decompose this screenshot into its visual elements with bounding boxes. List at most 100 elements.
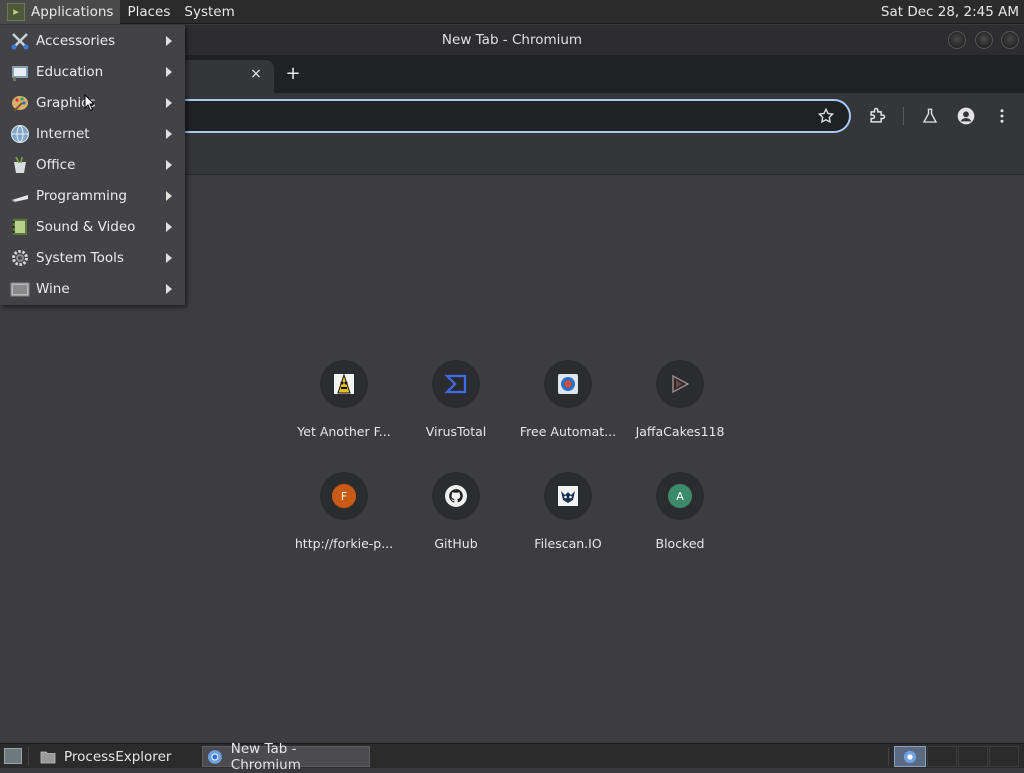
- shortcut-title: Blocked: [655, 536, 705, 551]
- panel-separator: [888, 747, 889, 766]
- shortcut-icon-circle: [544, 472, 592, 520]
- kebab-menu-icon[interactable]: [991, 105, 1013, 127]
- submenu-arrow-icon: [166, 97, 172, 108]
- shortcut-tile[interactable]: Filescan.IO: [512, 472, 624, 572]
- taskbar-item-processexplorer[interactable]: ProcessExplorer: [34, 746, 196, 767]
- menu-item-label: Education: [36, 63, 104, 80]
- submenu-arrow-icon: [166, 35, 172, 46]
- sound-video-icon: [9, 216, 31, 238]
- submenu-arrow-icon: [166, 159, 172, 170]
- menu-item-label: Wine: [36, 280, 70, 297]
- menu-item-label: Internet: [36, 125, 90, 142]
- top-panel: ▸ Applications Places System Sat Dec 28,…: [0, 0, 1024, 24]
- places-menu-button[interactable]: Places: [120, 0, 177, 24]
- panel-separator: [28, 747, 29, 766]
- shortcut-title: Free Automat...: [519, 424, 617, 439]
- tab-close-icon[interactable]: ×: [247, 65, 265, 83]
- shortcut-title: http://forkie-p...: [294, 536, 394, 551]
- programming-icon: [9, 185, 31, 207]
- menu-item-label: Office: [36, 156, 76, 173]
- new-tab-button[interactable]: +: [282, 63, 304, 85]
- menu-item-label: Programming: [36, 187, 127, 204]
- menu-item-label: Sound & Video: [36, 218, 136, 235]
- address-bar[interactable]: [120, 99, 851, 133]
- workspace-switcher-active[interactable]: [894, 746, 926, 767]
- show-desktop-icon[interactable]: [4, 748, 22, 764]
- menu-item-sound-video[interactable]: Sound & Video: [0, 211, 185, 242]
- accessories-icon: [9, 30, 31, 52]
- close-window-button[interactable]: [1001, 31, 1019, 49]
- virustotal-favicon: [444, 374, 467, 394]
- maximize-window-button[interactable]: [975, 31, 993, 49]
- github-favicon: [445, 485, 467, 507]
- shortcut-title: GitHub: [434, 536, 478, 551]
- shortcut-icon-circle: [432, 360, 480, 408]
- internet-globe-icon: [9, 123, 31, 145]
- shortcut-tile[interactable]: GitHub: [400, 472, 512, 572]
- shortcut-icon-circle: [432, 472, 480, 520]
- menu-item-accessories[interactable]: Accessories: [0, 25, 185, 56]
- taskbar-item-chromium[interactable]: New Tab - Chromium: [202, 741, 370, 773]
- shortcut-icon-circle: A: [656, 472, 704, 520]
- labs-flask-icon[interactable]: [919, 105, 941, 127]
- extensions-puzzle-icon[interactable]: [866, 105, 888, 127]
- shortcut-tile[interactable]: A Blocked: [624, 472, 736, 572]
- graphics-icon: [9, 92, 31, 114]
- chromium-icon: [207, 749, 222, 764]
- submenu-arrow-icon: [166, 252, 172, 263]
- submenu-arrow-icon: [166, 283, 172, 294]
- menu-item-programming[interactable]: Programming: [0, 180, 185, 211]
- menu-item-label: Accessories: [36, 32, 116, 49]
- shortcut-title: VirusTotal: [425, 424, 487, 439]
- shortcut-title: Filescan.IO: [534, 536, 602, 551]
- workspace-switcher-4[interactable]: [989, 746, 1019, 767]
- chromium-icon: [903, 750, 917, 763]
- toolbar-divider: [903, 107, 904, 125]
- applications-menu-button[interactable]: ▸ Applications: [0, 0, 121, 24]
- letter-a-favicon: A: [668, 484, 692, 508]
- bottom-panel: ProcessExplorer New Tab - Chromium: [0, 741, 1024, 773]
- places-label: Places: [127, 3, 171, 20]
- menu-item-label: Graphics: [36, 94, 96, 111]
- yara-favicon: [334, 373, 354, 394]
- jaffacakes-favicon: [672, 374, 690, 394]
- shortcut-tile[interactable]: VirusTotal: [400, 360, 512, 460]
- gear-icon: [9, 247, 31, 269]
- minimize-window-button[interactable]: [948, 31, 966, 49]
- menu-item-wine[interactable]: Wine: [0, 273, 185, 304]
- clock[interactable]: Sat Dec 28, 2:45 AM: [881, 0, 1019, 24]
- shortcut-icon-circle: F: [320, 472, 368, 520]
- filescan-favicon: [558, 486, 578, 506]
- shortcut-title: JaffaCakes118: [635, 424, 725, 439]
- submenu-arrow-icon: [166, 66, 172, 77]
- shortcut-icon-circle: [544, 360, 592, 408]
- menu-item-internet[interactable]: Internet: [0, 118, 185, 149]
- workspace-switcher-2[interactable]: [927, 746, 957, 767]
- menu-item-label: System Tools: [36, 249, 124, 266]
- shortcut-icon-circle: [656, 360, 704, 408]
- bookmark-star-icon[interactable]: [815, 105, 837, 127]
- automation-favicon: [558, 374, 578, 394]
- wine-icon: [9, 278, 31, 300]
- shortcut-tile[interactable]: JaffaCakes118: [624, 360, 736, 460]
- taskbar-item-label: ProcessExplorer: [64, 748, 172, 765]
- system-menu-button[interactable]: System: [177, 0, 241, 24]
- menu-item-education[interactable]: Education: [0, 56, 185, 87]
- menu-item-system-tools[interactable]: System Tools: [0, 242, 185, 273]
- letter-f-favicon: F: [332, 484, 356, 508]
- applications-logo-icon: ▸: [7, 2, 25, 21]
- shortcut-tile[interactable]: F http://forkie-p...: [288, 472, 400, 572]
- menu-item-graphics[interactable]: Graphics: [0, 87, 185, 118]
- profile-avatar-icon[interactable]: [955, 105, 977, 127]
- applications-dropdown-menu: Accessories Education Graphics Internet …: [0, 25, 185, 305]
- workspace-switcher-3[interactable]: [958, 746, 988, 767]
- submenu-arrow-icon: [166, 221, 172, 232]
- shortcut-tile[interactable]: Yet Another F...: [288, 360, 400, 460]
- shortcut-title: Yet Another F...: [297, 424, 391, 439]
- shortcut-icon-circle: [320, 360, 368, 408]
- applications-label: Applications: [31, 3, 114, 20]
- shortcut-tile[interactable]: Free Automat...: [512, 360, 624, 460]
- folder-icon: [40, 751, 56, 763]
- menu-item-office[interactable]: Office: [0, 149, 185, 180]
- education-icon: [9, 61, 31, 83]
